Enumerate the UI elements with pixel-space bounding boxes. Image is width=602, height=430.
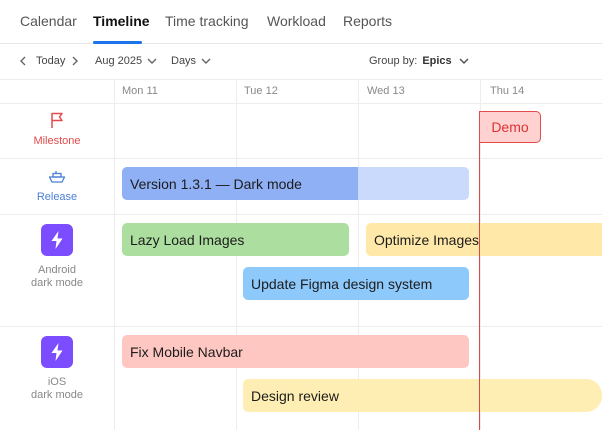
milestone-row-label: Milestone [33, 135, 81, 147]
day-label: Tue 12 [244, 85, 278, 97]
chevron-left-icon [20, 56, 26, 66]
scale-select[interactable]: Days [171, 55, 213, 67]
epic-badge [41, 336, 73, 368]
day-label: Mon 11 [122, 85, 158, 97]
android-epic-label: Android dark mode [0, 264, 114, 290]
grid-line [114, 80, 115, 430]
next-period-button[interactable] [70, 55, 80, 67]
lightning-icon [51, 231, 63, 249]
today-marker-line [479, 112, 480, 430]
tab-workload[interactable]: Workload [267, 13, 326, 29]
task-bar-label: Lazy Load Images [130, 231, 245, 248]
release-bar-label: Version 1.3.1 — Dark mode [130, 175, 302, 192]
ship-icon [48, 171, 66, 183]
grid-line [358, 80, 359, 430]
ios-epic-icon [0, 336, 114, 368]
ios-epic-label-line2: dark mode [31, 389, 83, 401]
task-bar-update-figma[interactable]: Update Figma design system [243, 267, 469, 300]
ios-epic-label-line1: iOS [47, 376, 67, 388]
group-by-value: Epics [422, 55, 452, 67]
chevron-down-icon [459, 58, 469, 65]
task-bar-label: Update Figma design system [251, 275, 433, 292]
view-tabs: Calendar Timeline Time tracking Workload… [0, 0, 602, 44]
prev-period-button[interactable] [18, 55, 28, 67]
task-bar-optimize-images[interactable]: Optimize Images [366, 223, 602, 256]
scale-label: Days [171, 55, 197, 67]
chevron-down-icon [147, 58, 157, 64]
milestone-row-icon [0, 111, 114, 129]
timeline-toolbar: Today Aug 2025 Days Group by: Epics [0, 44, 602, 80]
row-divider [0, 326, 602, 327]
task-bar-design-review[interactable]: Design review [243, 379, 602, 412]
today-button[interactable]: Today [36, 55, 65, 67]
month-select[interactable]: Aug 2025 [95, 55, 159, 67]
milestone-demo-label: Demo [491, 119, 529, 135]
tab-reports[interactable]: Reports [343, 13, 392, 29]
release-row-label: Release [36, 191, 78, 203]
chevron-down-icon [201, 58, 211, 64]
android-epic-label-line2: dark mode [31, 277, 83, 289]
row-divider [0, 158, 602, 159]
release-row-icon [0, 170, 114, 184]
lightning-icon [51, 343, 63, 361]
milestone-demo[interactable]: Demo [479, 111, 541, 143]
android-epic-icon [0, 224, 114, 256]
ios-epic-label: iOS dark mode [0, 376, 114, 402]
day-header: Mon 11 Tue 12 Wed 13 Thu 14 [0, 80, 602, 104]
month-label: Aug 2025 [95, 55, 143, 67]
today-label: Today [36, 55, 66, 67]
chevron-right-icon [72, 56, 78, 66]
row-divider [0, 214, 602, 215]
epic-badge [41, 224, 73, 256]
tab-timeline[interactable]: Timeline [93, 13, 150, 29]
task-bar-label: Fix Mobile Navbar [130, 343, 243, 360]
tab-time-tracking[interactable]: Time tracking [165, 13, 249, 29]
day-label: Thu 14 [490, 85, 525, 97]
group-by-select[interactable]: Group by: Epics [369, 55, 472, 67]
group-by-label: Group by: [369, 55, 418, 67]
task-bar-lazy-load-images[interactable]: Lazy Load Images [122, 223, 349, 256]
task-bar-fix-mobile-navbar[interactable]: Fix Mobile Navbar [122, 335, 469, 368]
day-label: Wed 13 [367, 85, 405, 97]
flag-icon [51, 112, 63, 128]
task-bar-label: Design review [251, 387, 339, 404]
task-bar-label: Optimize Images [374, 231, 480, 248]
android-epic-label-line1: Android [38, 264, 76, 276]
release-bar-version-1-3-1[interactable]: Version 1.3.1 — Dark mode [122, 167, 469, 200]
tab-calendar[interactable]: Calendar [20, 13, 77, 29]
